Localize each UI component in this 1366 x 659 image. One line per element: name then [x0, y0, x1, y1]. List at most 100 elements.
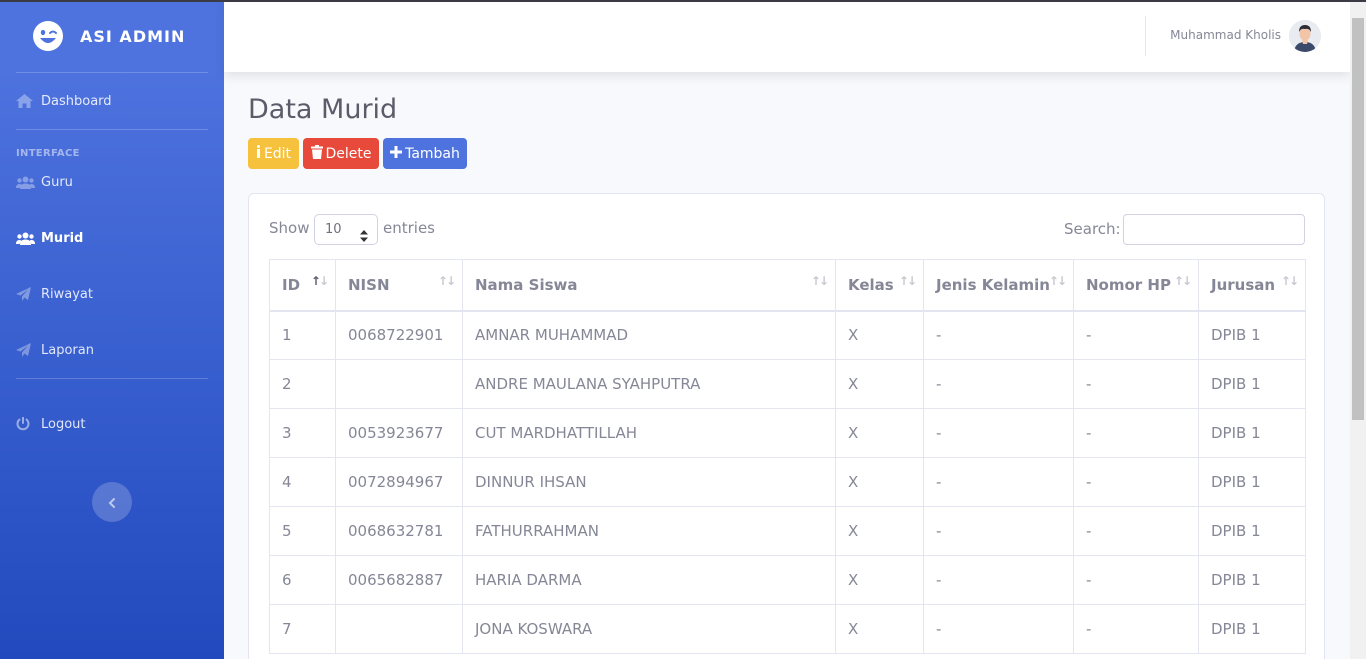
sort-icon: ↑↓ — [437, 274, 456, 288]
sidebar-item-guru[interactable]: Guru — [0, 162, 224, 202]
column-header-nama-siswa[interactable]: Nama Siswa ↑↓ — [462, 259, 836, 312]
entries-select-value: 10 — [325, 222, 342, 237]
cell-jenis-kelamin: - — [923, 359, 1074, 409]
cell-kelas: X — [835, 555, 924, 605]
table-row[interactable]: 3 0053923677 CUT MARDHATTILLAH X - - DPI… — [269, 408, 1306, 458]
cell-id: 1 — [269, 310, 336, 360]
cell-nisn: 0072894967 — [335, 457, 463, 507]
table-row[interactable]: 4 0072894967 DINNUR IHSAN X - - DPIB 1 — [269, 457, 1306, 507]
cell-id: 3 — [269, 408, 336, 458]
cell-nisn — [335, 604, 463, 654]
column-header-id[interactable]: ID ↑↓ — [269, 259, 336, 312]
page-scrollbar[interactable] — [1350, 0, 1366, 659]
cell-nomor-hp: - — [1073, 457, 1199, 507]
sidebar-item-label: Logout — [41, 416, 86, 432]
sidebar-item-riwayat[interactable]: Riwayat — [0, 274, 224, 314]
home-icon — [16, 93, 36, 109]
table-row[interactable]: 1 0068722901 AMNAR MUHAMMAD X - - DPIB 1 — [269, 310, 1306, 360]
cell-jurusan: DPIB 1 — [1198, 310, 1306, 360]
sort-icon: ↑↓ — [310, 274, 329, 288]
column-header-jenis-kelamin[interactable]: Jenis Kelamin ↑↓ — [923, 259, 1074, 312]
page-title: Data Murid — [248, 94, 398, 125]
cell-nama-siswa: CUT MARDHATTILLAH — [462, 408, 836, 458]
column-header-kelas[interactable]: Kelas ↑↓ — [835, 259, 924, 312]
cell-jenis-kelamin: - — [923, 506, 1074, 556]
cell-jenis-kelamin: - — [923, 604, 1074, 654]
cell-id: 2 — [269, 359, 336, 409]
cell-nama-siswa: HARIA DARMA — [462, 555, 836, 605]
cell-jurusan: DPIB 1 — [1198, 604, 1306, 654]
power-icon — [16, 416, 36, 432]
column-header-nomor-hp[interactable]: Nomor HP ↑↓ — [1073, 259, 1199, 312]
chevron-left-icon — [108, 493, 116, 512]
sidebar-item-laporan[interactable]: Laporan — [0, 330, 224, 370]
laugh-wink-icon — [32, 20, 64, 52]
sort-icon: ↑↓ — [810, 274, 829, 288]
cell-jenis-kelamin: - — [923, 457, 1074, 507]
scrollbar-thumb[interactable] — [1352, 18, 1364, 420]
window-top-border — [0, 0, 1366, 2]
sidebar-item-murid[interactable]: Murid — [0, 218, 224, 258]
table-row[interactable]: 5 0068632781 FATHURRAHMAN X - - DPIB 1 — [269, 506, 1306, 556]
cell-kelas: X — [835, 310, 924, 360]
cell-id: 6 — [269, 555, 336, 605]
table-row[interactable]: 2 ANDRE MAULANA SYAHPUTRA X - - DPIB 1 — [269, 359, 1306, 409]
data-card: Show 10 entries Search: ID ↑↓ NISN ↑↓ Nama… — [248, 193, 1325, 659]
delete-button-label: Delete — [325, 145, 372, 162]
cell-nomor-hp: - — [1073, 506, 1199, 556]
sort-icon: ↑↓ — [1280, 274, 1299, 288]
table-row[interactable]: 6 0065682887 HARIA DARMA X - - DPIB 1 — [269, 555, 1306, 605]
delete-button[interactable]: Delete — [303, 138, 379, 169]
sidebar-item-label: Riwayat — [41, 286, 93, 302]
table-row[interactable]: 7 JONA KOSWARA X - - DPIB 1 — [269, 604, 1306, 654]
cell-jurusan: DPIB 1 — [1198, 457, 1306, 507]
cell-nomor-hp: - — [1073, 408, 1199, 458]
cell-nomor-hp: - — [1073, 555, 1199, 605]
sort-icon: ↑↓ — [1173, 274, 1192, 288]
sidebar-toggle-button[interactable] — [92, 482, 132, 522]
sidebar-heading: INTERFACE — [16, 148, 80, 159]
entries-label: entries — [383, 219, 435, 237]
cell-id: 4 — [269, 457, 336, 507]
sidebar-item-label: Laporan — [41, 342, 94, 358]
cell-nisn: 0053923677 — [335, 408, 463, 458]
table-header-row: ID ↑↓ NISN ↑↓ Nama Siswa ↑↓ Kelas ↑↓ Jenis K… — [269, 259, 1306, 312]
cell-kelas: X — [835, 408, 924, 458]
select-arrows-icon — [360, 224, 368, 253]
users-icon — [16, 174, 36, 190]
sort-icon: ↑↓ — [1048, 274, 1067, 288]
cell-kelas: X — [835, 457, 924, 507]
cell-nama-siswa: JONA KOSWARA — [462, 604, 836, 654]
cell-nisn — [335, 359, 463, 409]
column-header-nisn[interactable]: NISN ↑↓ — [335, 259, 463, 312]
users-icon — [16, 230, 36, 246]
entries-select[interactable]: 10 — [314, 214, 378, 245]
cell-nama-siswa: FATHURRAHMAN — [462, 506, 836, 556]
column-header-jurusan[interactable]: Jurusan ↑↓ — [1198, 259, 1306, 312]
avatar[interactable] — [1289, 20, 1321, 52]
cell-nama-siswa: AMNAR MUHAMMAD — [462, 310, 836, 360]
edit-button[interactable]: Edit — [248, 138, 299, 169]
cell-kelas: X — [835, 506, 924, 556]
sort-icon: ↑↓ — [898, 274, 917, 288]
cell-nama-siswa: ANDRE MAULANA SYAHPUTRA — [462, 359, 836, 409]
cell-nama-siswa: DINNUR IHSAN — [462, 457, 836, 507]
trash-icon — [310, 144, 326, 163]
paper-plane-icon — [16, 286, 36, 302]
user-name[interactable]: Muhammad Kholis — [1170, 28, 1281, 42]
cell-nomor-hp: - — [1073, 604, 1199, 654]
sidebar-item-logout[interactable]: Logout — [0, 395, 224, 453]
sidebar: ASI ADMIN Dashboard INTERFACE Guru Murid… — [0, 0, 224, 659]
cell-nomor-hp: - — [1073, 310, 1199, 360]
cell-kelas: X — [835, 604, 924, 654]
cell-jurusan: DPIB 1 — [1198, 408, 1306, 458]
edit-button-label: Edit — [263, 145, 292, 162]
cell-jenis-kelamin: - — [923, 555, 1074, 605]
add-button[interactable]: Tambah — [383, 138, 467, 169]
search-input[interactable] — [1123, 214, 1305, 245]
sidebar-item-dashboard[interactable]: Dashboard — [0, 73, 224, 129]
cell-id: 5 — [269, 506, 336, 556]
cell-nomor-hp: - — [1073, 359, 1199, 409]
sidebar-divider — [16, 378, 208, 379]
sidebar-brand[interactable]: ASI ADMIN — [0, 0, 224, 72]
